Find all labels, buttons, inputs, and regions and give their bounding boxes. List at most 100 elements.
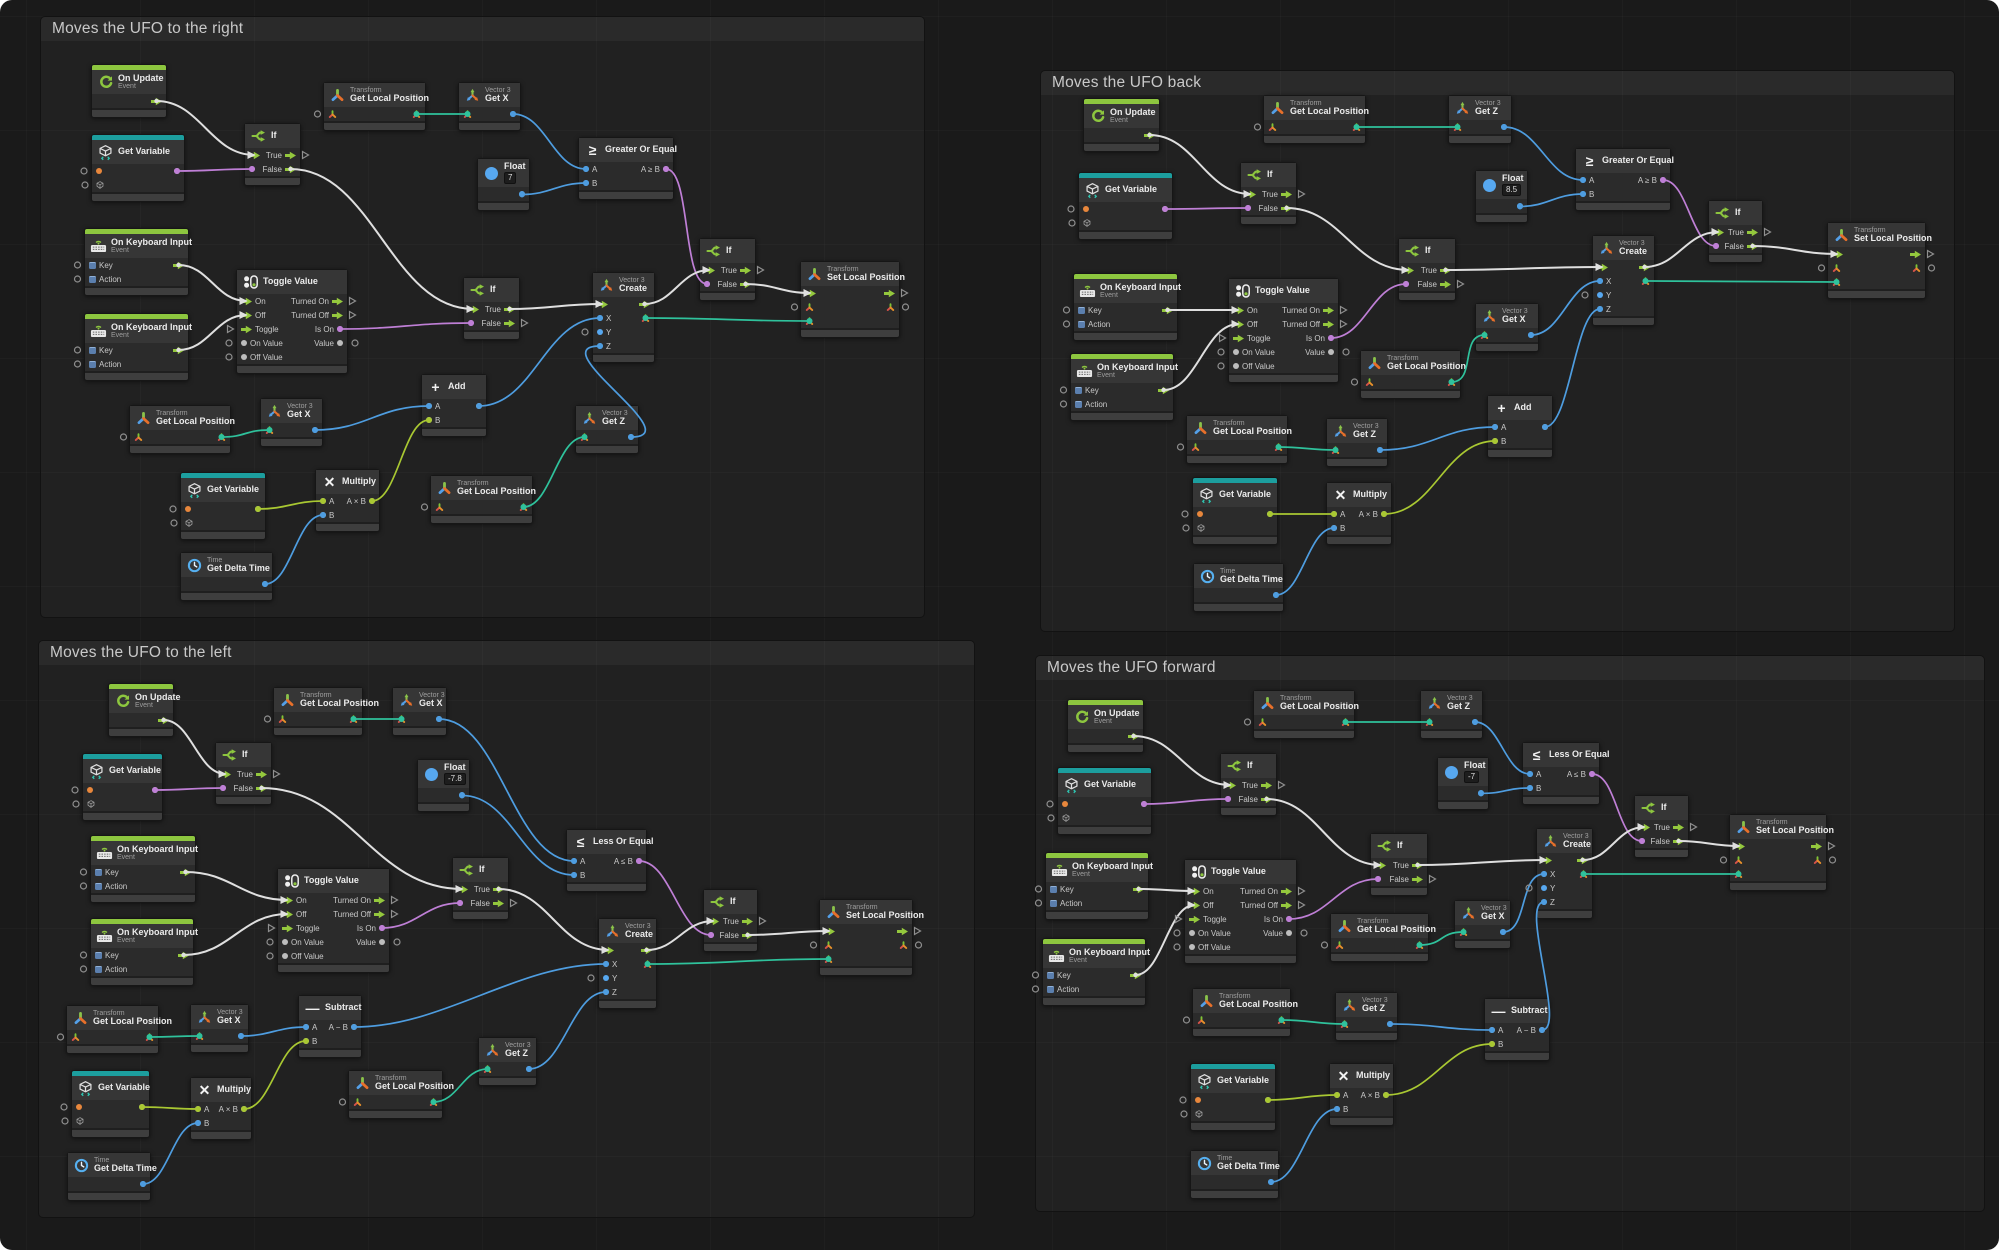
node-multiply[interactable]: ✕MultiplyAA × BB [1329,1063,1394,1126]
node-set-local-position[interactable]: TransformSet Local Position [819,899,913,976]
node-get-local-position[interactable]: TransformGet Local Position [1263,95,1366,144]
port-target[interactable] [824,941,833,950]
port-false[interactable] [1747,242,1758,251]
port-flowOut[interactable] [897,927,908,936]
node-vector3-get-z[interactable]: Vector 3Get Z [575,405,639,454]
port-true[interactable] [1673,823,1684,832]
node-toggle-value[interactable]: Toggle ValueOnTurned OnOffTurned OffTogg… [1184,859,1297,964]
port-name[interactable] [1195,1097,1201,1103]
port-out[interactable] [145,1033,154,1042]
port-onValue[interactable] [1189,930,1195,936]
node-vector3-get-x[interactable]: Vector 3Get X [1454,900,1511,949]
node-vector3-get-z[interactable]: Vector 3Get Z [1326,418,1388,467]
port-out[interactable] [1273,592,1279,598]
port-key[interactable] [1050,886,1057,893]
node-vector3-get-z[interactable]: Vector 3Get Z [478,1037,537,1086]
port-b[interactable] [195,1120,201,1126]
port-action[interactable] [1078,321,1085,328]
port-true[interactable] [1440,266,1451,275]
node-vector3-get-x[interactable]: Vector 3Get X [392,687,447,736]
port-flowOut[interactable] [641,946,652,955]
port-offValue[interactable] [241,354,247,360]
port-out[interactable] [241,1106,247,1112]
port-out[interactable] [1447,378,1456,387]
node-get-local-position[interactable]: TransformGet Local Position [1192,988,1291,1037]
port-a[interactable] [1489,1027,1495,1033]
port-false[interactable] [740,280,751,289]
node-on-update-event[interactable]: On UpdateEvent [1067,699,1144,753]
node-on-update-event[interactable]: On UpdateEvent [108,683,174,737]
port-target[interactable] [278,715,287,724]
port-a[interactable] [426,403,432,409]
port-flow[interactable] [1158,386,1169,395]
port-cond[interactable] [1225,796,1231,802]
port-value[interactable] [139,1104,145,1110]
port-cond[interactable] [1375,876,1381,882]
port-key[interactable] [89,262,96,269]
node-set-local-position[interactable]: TransformSet Local Position [1827,222,1926,299]
port-cond[interactable] [1245,205,1251,211]
port-value[interactable] [1267,511,1273,517]
node-vector3-get-z[interactable]: Vector 3Get Z [1335,992,1398,1041]
node-vector3-get-x[interactable]: Vector 3Get X [458,82,521,131]
port-out[interactable] [1641,277,1650,286]
node-get-variable[interactable]: Get Variable [180,472,266,540]
port-on[interactable] [241,297,252,306]
port-key[interactable] [89,347,96,354]
node-subtract[interactable]: —SubtractAA − BB [1484,998,1550,1061]
port-false[interactable] [1412,875,1423,884]
port-flow[interactable] [173,261,184,270]
port-onValue[interactable] [241,340,247,346]
port-flowIn[interactable] [597,300,608,309]
node-get-variable[interactable]: Get Variable [1078,172,1173,240]
node-vector3-create[interactable]: Vector 3CreateXYZ [1536,828,1593,919]
node-get-local-position[interactable]: TransformGet Local Position [1253,690,1355,739]
port-false[interactable] [285,165,296,174]
node-get-local-position[interactable]: TransformGet Local Position [348,1070,443,1119]
port-name[interactable] [1062,801,1068,807]
port-cond[interactable] [457,900,463,906]
node-get-variable[interactable]: Get Variable [1190,1063,1276,1131]
port-obj[interactable] [76,1117,84,1125]
port-true[interactable] [493,885,504,894]
port-flowIn[interactable] [1597,263,1608,272]
port-a[interactable] [1527,771,1533,777]
node-get-local-position[interactable]: TransformGet Local Position [1360,350,1461,399]
node-get-delta-time[interactable]: TimeGet Delta Time [67,1152,151,1201]
port-b[interactable] [1492,438,1498,444]
port-out[interactable] [436,716,442,722]
port-target[interactable] [71,1033,80,1042]
node-on-keyboard-input-event[interactable]: On Keyboard InputEventKeyAction [1042,938,1146,1006]
node-get-local-position[interactable]: TransformGet Local Position [129,405,231,454]
port-out[interactable] [1387,1021,1393,1027]
port-out[interactable] [1472,719,1478,725]
port-false[interactable] [742,931,753,940]
node-less-or-equal[interactable]: ≤Less Or EqualAA ≤ BB [566,829,647,892]
port-out[interactable] [628,434,634,440]
port-out[interactable] [1589,771,1595,777]
port-flowIn[interactable] [468,305,479,314]
port-out[interactable] [519,503,528,512]
port-out[interactable] [1528,332,1534,338]
port-b[interactable] [1489,1041,1495,1047]
port-value[interactable] [1286,930,1292,936]
port-flowIn[interactable] [220,770,231,779]
port-out[interactable] [1268,1179,1274,1185]
node-if[interactable]: IfTrueFalse [1708,200,1763,263]
port-offValue[interactable] [282,953,288,959]
port-in[interactable] [1480,331,1489,340]
node-on-keyboard-input-event[interactable]: On Keyboard InputEventKeyAction [90,835,196,903]
node-on-keyboard-input-event[interactable]: On Keyboard InputEventKeyAction [1070,353,1174,421]
port-out[interactable] [459,792,465,798]
port-cond[interactable] [1639,838,1645,844]
port-a[interactable] [1334,1092,1340,1098]
port-target[interactable] [1258,718,1267,727]
node-float-literal[interactable]: Float8.5 [1475,170,1528,223]
port-in[interactable] [463,110,472,119]
port-target[interactable] [353,1098,362,1107]
port-flowIn[interactable] [1225,781,1236,790]
port-out[interactable] [636,858,642,864]
port-isOn[interactable] [337,326,343,332]
port-flowIn[interactable] [1832,250,1843,259]
node-on-keyboard-input-event[interactable]: On Keyboard InputEventKeyAction [84,313,189,381]
